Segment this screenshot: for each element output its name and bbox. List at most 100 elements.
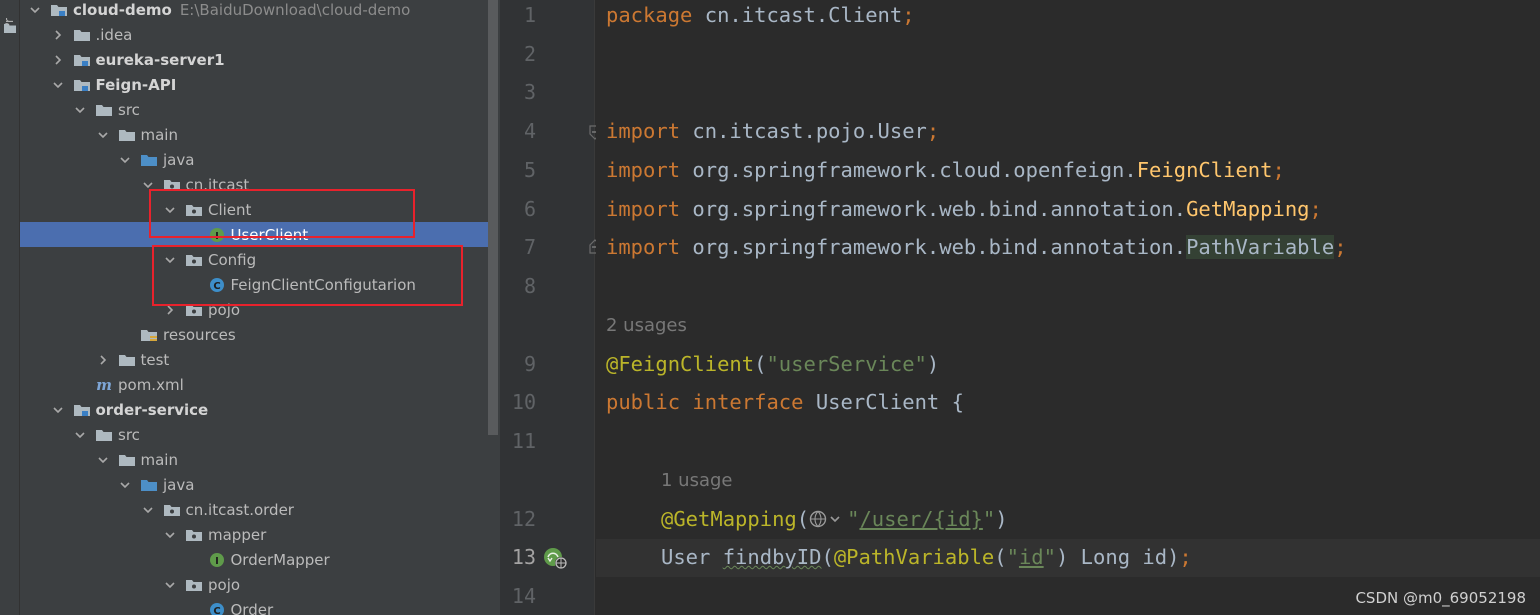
tree-item[interactable]: Config (20, 247, 488, 272)
chevron-right-icon[interactable] (53, 29, 63, 40)
chevron-down-icon[interactable] (52, 80, 63, 90)
line-number[interactable]: 10 (500, 390, 536, 414)
tree-item-label: java (163, 475, 195, 494)
chevron-down-icon[interactable] (75, 430, 85, 440)
tree-expander[interactable] (96, 122, 110, 147)
chevron-down-icon[interactable] (97, 455, 108, 465)
line-number[interactable]: 13 (500, 545, 536, 569)
tree-item[interactable]: m pom.xml (20, 372, 488, 397)
tree-item[interactable]: main (20, 122, 488, 147)
implementation-gutter-icon[interactable] (542, 545, 570, 571)
tree-item[interactable]: cn.itcast.order (20, 497, 488, 522)
tree-item[interactable]: I OrderMapper (20, 547, 488, 572)
tree-item[interactable]: src (20, 422, 488, 447)
web-endpoint-icon[interactable] (809, 509, 847, 529)
method-name[interactable]: findbyID (723, 545, 822, 569)
chevron-down-icon[interactable] (142, 180, 153, 190)
chevron-down-icon[interactable] (165, 205, 175, 215)
chevron-down-icon[interactable] (30, 5, 40, 15)
chevron-down-icon[interactable] (75, 105, 85, 115)
chevron-down-icon[interactable] (165, 255, 175, 265)
tree-expander[interactable] (73, 422, 87, 447)
tree-expander[interactable] (163, 572, 177, 597)
line-number[interactable]: 6 (500, 197, 536, 221)
line-number[interactable]: 14 (500, 584, 536, 608)
line-number[interactable]: 3 (500, 80, 536, 104)
chevron-down-icon[interactable] (120, 155, 130, 165)
line-number[interactable]: 8 (500, 274, 536, 298)
usages-hint[interactable]: 2 usages (606, 315, 687, 336)
chevron-down-icon[interactable] (52, 405, 63, 415)
tree-expander[interactable] (118, 147, 132, 172)
tree-item[interactable]: java (20, 147, 488, 172)
chevron-down-icon[interactable] (120, 480, 130, 490)
code-line-6[interactable]: import org.springframework.web.bind.anno… (606, 197, 1322, 221)
interface-icon: I (208, 552, 226, 568)
tree-expander[interactable] (163, 197, 177, 222)
line-number-gutter[interactable]: 1 2 3 4 5 6 7 8 9 10 11 12 13 14 (500, 0, 595, 615)
line-number[interactable]: 12 (500, 507, 536, 531)
tree-expander[interactable] (51, 72, 65, 97)
tree-item[interactable]: pojo (20, 572, 488, 597)
usages-hint[interactable]: 1 usage (661, 470, 733, 491)
chevron-right-icon[interactable] (165, 304, 175, 315)
tree-item[interactable]: main (20, 447, 488, 472)
code-editor[interactable]: package cn.itcast.Client; import cn.itca… (596, 0, 1540, 615)
tree-item[interactable]: Client (20, 197, 488, 222)
code-line-4[interactable]: import cn.itcast.pojo.User; (606, 119, 939, 143)
tree-item[interactable]: .idea (20, 22, 488, 47)
chevron-down-icon[interactable] (165, 530, 175, 540)
tree-expander[interactable] (141, 172, 155, 197)
code-line-12[interactable]: @GetMapping("/user/{id}") (661, 507, 1008, 531)
tree-expander[interactable] (163, 247, 177, 272)
tree-item[interactable]: mapper (20, 522, 488, 547)
tree-expander[interactable] (163, 522, 177, 547)
tree-expander[interactable] (96, 447, 110, 472)
tree-item[interactable]: I UserClient (20, 222, 488, 247)
line-number[interactable]: 9 (500, 352, 536, 376)
tree-expander[interactable] (163, 297, 177, 322)
svg-text:m: m (96, 377, 112, 393)
tree-item[interactable]: java (20, 472, 488, 497)
tree-item[interactable]: cloud-demo E:\BaiduDownload\cloud-demo (20, 0, 488, 22)
chevron-right-icon[interactable] (98, 354, 108, 365)
tree-item[interactable]: test (20, 347, 488, 372)
tree-item[interactable]: C Order (20, 597, 488, 615)
tree-expander[interactable] (96, 347, 110, 372)
chevron-down-icon[interactable] (97, 130, 108, 140)
tree-item[interactable]: Feign-API (20, 72, 488, 97)
tree-item[interactable]: cn.itcast (20, 172, 488, 197)
line-number[interactable]: 2 (500, 42, 536, 66)
tree-expander[interactable] (141, 497, 155, 522)
tree-expander[interactable] (51, 22, 65, 47)
line-number[interactable]: 4 (500, 119, 536, 143)
line-number[interactable]: 5 (500, 158, 536, 182)
tree-scrollbar[interactable] (488, 0, 498, 435)
tree-item[interactable]: resources (20, 322, 488, 347)
chevron-down-icon[interactable] (142, 505, 153, 515)
tree-item[interactable]: eureka-server1 (20, 47, 488, 72)
code-line-9[interactable]: @FeignClient("userService") (606, 352, 939, 376)
code-line-10[interactable]: public interface UserClient { (606, 390, 964, 414)
tree-expander[interactable] (51, 47, 65, 72)
tree-expander[interactable] (118, 472, 132, 497)
line-number[interactable]: 1 (500, 3, 536, 27)
tree-expander[interactable] (28, 0, 42, 22)
line-number[interactable]: 7 (500, 235, 536, 259)
chevron-down-icon[interactable] (165, 580, 175, 590)
project-tool-strip[interactable]: Pr (0, 0, 20, 615)
line-number[interactable]: 11 (500, 429, 536, 453)
code-line-5[interactable]: import org.springframework.cloud.openfei… (606, 158, 1285, 182)
tree-expander[interactable] (73, 97, 87, 122)
tree-item-label: Config (208, 250, 257, 269)
code-line-13[interactable]: User findbyID(@PathVariable("id") Long i… (661, 545, 1192, 569)
project-tree[interactable]: cloud-demo E:\BaiduDownload\cloud-demo .id… (20, 0, 500, 615)
tree-item[interactable]: C FeignClientConfigutarion (20, 272, 488, 297)
code-line-1[interactable]: package cn.itcast.Client; (606, 3, 915, 27)
tree-item[interactable]: pojo (20, 297, 488, 322)
chevron-right-icon[interactable] (53, 54, 63, 65)
code-line-7[interactable]: import org.springframework.web.bind.anno… (606, 235, 1347, 259)
tree-item[interactable]: order-service (20, 397, 488, 422)
tree-item[interactable]: src (20, 97, 488, 122)
tree-expander[interactable] (51, 397, 65, 422)
